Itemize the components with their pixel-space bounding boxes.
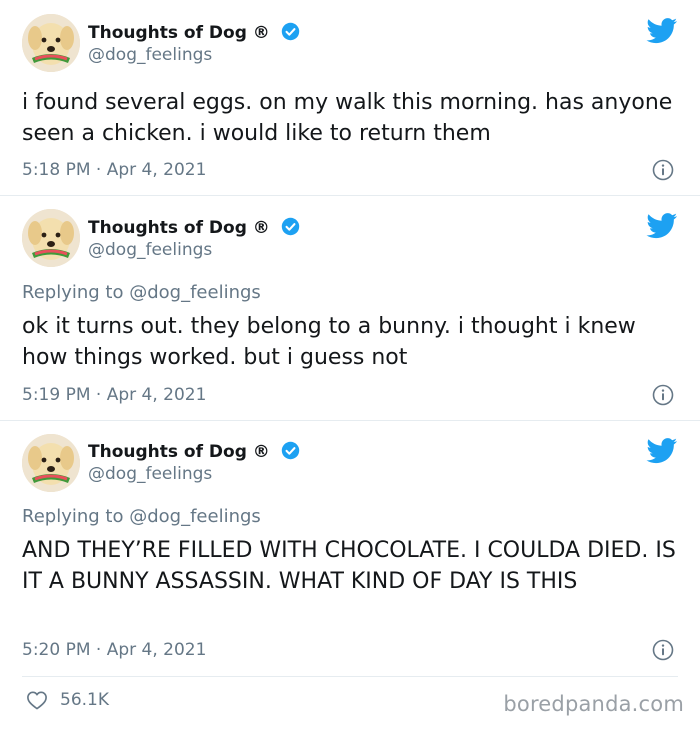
verified-badge-icon	[281, 22, 300, 46]
author-name-text: Thoughts of Dog	[88, 218, 247, 238]
info-icon[interactable]	[652, 159, 674, 181]
verified-badge-icon	[281, 441, 300, 465]
reply-handle-link[interactable]: @dog_feelings	[129, 506, 261, 527]
author-name[interactable]: Thoughts of Dog ®	[88, 22, 300, 46]
avatar[interactable]	[22, 14, 80, 72]
author-name-text: Thoughts of Dog	[88, 23, 247, 43]
author-name-text: Thoughts of Dog	[88, 442, 247, 462]
timestamp[interactable]: 5:19 PM · Apr 4, 2021	[22, 385, 206, 405]
reply-prefix: Replying to	[22, 282, 124, 303]
author-handle[interactable]: @dog_feelings	[88, 464, 212, 484]
tweet-text: AND THEY’RE FILLED WITH CHOCOLATE. I COU…	[22, 538, 676, 594]
registered-mark: ®	[252, 442, 270, 462]
author-name[interactable]: Thoughts of Dog ®	[88, 217, 300, 241]
tweet-text: i found several eggs. on my walk this mo…	[22, 90, 673, 146]
author-name[interactable]: Thoughts of Dog ®	[88, 441, 300, 465]
watermark-brand: boredpanda.com	[503, 692, 684, 716]
verified-badge-icon	[281, 217, 300, 241]
like-count: 56.1K	[60, 690, 109, 710]
reply-handle-link[interactable]: @dog_feelings	[129, 282, 261, 303]
reply-context: Replying to @dog_feelings	[22, 506, 261, 527]
heart-icon	[26, 690, 48, 710]
like-button[interactable]: 56.1K	[26, 690, 109, 710]
reply-prefix: Replying to	[22, 506, 124, 527]
author-handle[interactable]: @dog_feelings	[88, 45, 212, 65]
twitter-bird-icon[interactable]	[646, 18, 678, 44]
twitter-bird-icon[interactable]	[646, 438, 678, 464]
timestamp[interactable]: 5:18 PM · Apr 4, 2021	[22, 160, 206, 180]
info-icon[interactable]	[652, 639, 674, 661]
avatar[interactable]	[22, 434, 80, 492]
divider	[22, 676, 678, 677]
avatar[interactable]	[22, 209, 80, 267]
registered-mark: ®	[252, 218, 270, 238]
author-handle[interactable]: @dog_feelings	[88, 240, 212, 260]
tweet-2: Thoughts of Dog ® @dog_feelings Replying…	[0, 196, 700, 421]
tweet-3: Thoughts of Dog ® @dog_feelings Replying…	[0, 421, 700, 671]
tweet-1: Thoughts of Dog ® @dog_feelings i found …	[0, 0, 700, 195]
registered-mark: ®	[252, 23, 270, 43]
tweet-text: ok it turns out. they belong to a bunny.…	[22, 314, 636, 370]
twitter-bird-icon[interactable]	[646, 213, 678, 239]
info-icon[interactable]	[652, 384, 674, 406]
timestamp[interactable]: 5:20 PM · Apr 4, 2021	[22, 640, 206, 660]
reply-context: Replying to @dog_feelings	[22, 282, 261, 303]
